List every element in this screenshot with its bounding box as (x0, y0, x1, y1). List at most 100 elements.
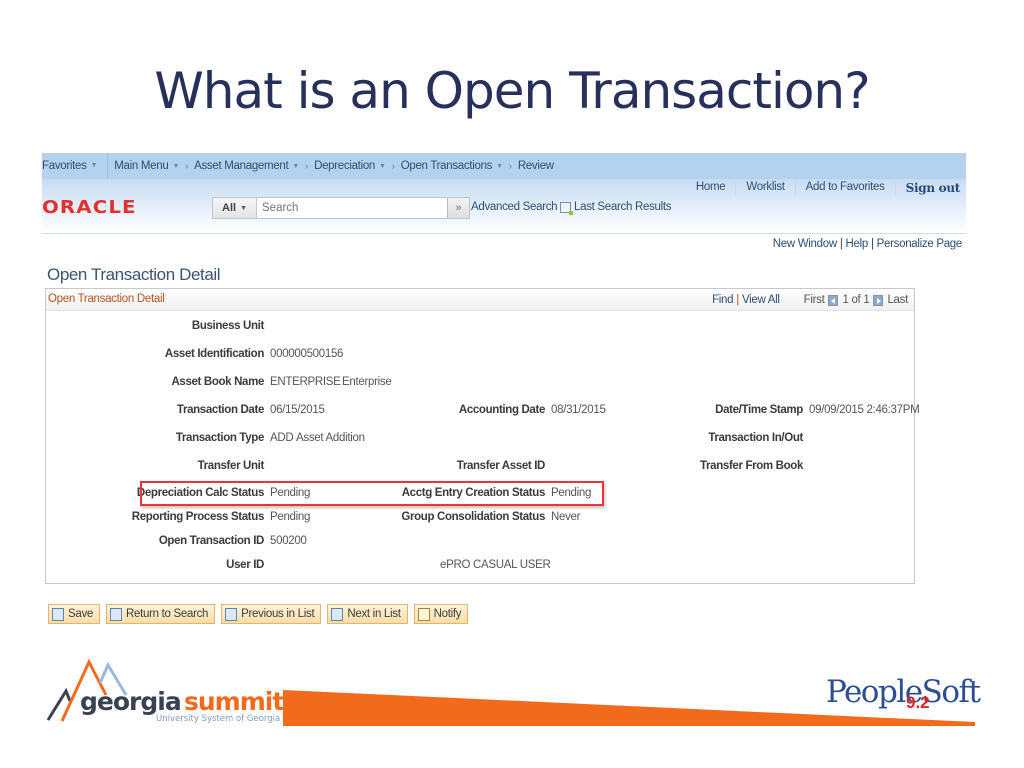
asset-book-name-value: ENTERPRISE (270, 376, 341, 388)
page-title: Open Transaction Detail (47, 265, 221, 284)
next-in-list-icon (331, 607, 344, 621)
oracle-logo: ORACLE (42, 197, 137, 218)
breadcrumb-label: Depreciation (314, 160, 376, 172)
field-label: Asset Book Name (171, 376, 264, 388)
field-label: User ID (226, 559, 264, 571)
advanced-search-link[interactable]: Advanced Search (471, 201, 558, 213)
breadcrumb-main-menu[interactable]: Main Menu ▼ (114, 160, 179, 172)
divider: | (839, 238, 843, 250)
divider: | (870, 238, 874, 250)
navigation-bar: Favorites ▼ Main Menu ▼ › Asset Manageme… (42, 153, 966, 179)
breadcrumb-asset-management[interactable]: Asset Management ▼ (194, 160, 299, 172)
field-label: Reporting Process Status (131, 511, 265, 523)
breadcrumb-depreciation[interactable]: Depreciation ▼ (314, 160, 386, 172)
last-search-results-link[interactable]: Last Search Results (560, 201, 672, 215)
open-transaction-id-value: 500200 (270, 535, 307, 547)
save-button[interactable]: Save (48, 604, 101, 624)
field-label: Open Transaction ID (158, 535, 265, 547)
georgia-summit-logo: georgia summit University System of Geor… (44, 655, 284, 730)
top-links: Home Worklist Add to Favorites Sign out (686, 181, 960, 195)
previous-row-icon[interactable] (828, 294, 839, 306)
view-all-link[interactable]: View All (742, 294, 780, 306)
field-label: Transfer From Book (700, 460, 803, 472)
help-link[interactable]: Help (846, 238, 869, 250)
logo-summit-text: summit (184, 687, 284, 716)
previous-in-list-label: Previous in List (241, 608, 315, 620)
first-label: First (803, 294, 825, 306)
logo-subtitle: University System of Georgia (156, 714, 281, 724)
notify-label: Notify (433, 608, 462, 620)
field-label: Transaction Date (176, 404, 264, 416)
chevron-down-icon: ▼ (379, 162, 386, 170)
previous-in-list-icon (225, 607, 238, 621)
chevron-down-icon: ▼ (90, 162, 98, 169)
breadcrumb-label: Main Menu (114, 160, 169, 172)
breadcrumb-separator: › (391, 160, 395, 172)
last-label: Last (887, 294, 908, 306)
accounting-date-value: 08/31/2015 (551, 404, 606, 416)
breadcrumb-separator: › (305, 160, 309, 172)
panel-title: Open Transaction Detail (48, 293, 165, 305)
chevron-down-icon: ▼ (496, 162, 503, 170)
reporting-process-status-value: Pending (270, 511, 311, 523)
breadcrumb-separator: › (185, 160, 189, 172)
search-input[interactable] (257, 198, 447, 218)
field-label: Transaction Type (175, 432, 264, 444)
field-label: Business Unit (191, 320, 264, 332)
slide-title: What is an Open Transaction? (154, 62, 870, 120)
personalize-page-link[interactable]: Personalize Page (877, 238, 963, 250)
transaction-type-description: Asset Addition (296, 432, 365, 444)
return-to-search-button[interactable]: Return to Search (106, 604, 216, 624)
peoplesoft-version: 9.2 (906, 693, 930, 712)
field-label: Transfer Asset ID (456, 460, 546, 472)
previous-in-list-button[interactable]: Previous in List (221, 604, 322, 624)
divider: | (736, 294, 739, 306)
asset-book-name-description: Enterprise (342, 376, 392, 388)
datetime-stamp-value: 09/09/2015 2:46:37PM (809, 404, 920, 416)
transaction-type-value: ADD (270, 432, 294, 444)
field-label: Transaction In/Out (708, 432, 803, 444)
panel-navigation: Find | View All First 1 of 1 Last (712, 294, 908, 306)
last-search-results-label: Last Search Results (574, 201, 672, 213)
user-id-value: ePRO CASUAL USER (440, 559, 551, 571)
field-label: Asset Identification (164, 348, 264, 360)
group-consolidation-status-value: Never (551, 511, 581, 523)
next-in-list-button[interactable]: Next in List (327, 604, 408, 624)
breadcrumb-label: Open Transactions (400, 160, 493, 172)
favorites-label: Favorites (42, 160, 87, 172)
search-go-button[interactable]: » (447, 198, 469, 218)
worklist-link[interactable]: Worklist (736, 181, 796, 195)
panel-header: Open Transaction Detail Find | View All … (46, 289, 914, 311)
search-scope-label: All (222, 202, 237, 214)
breadcrumb-separator: › (508, 160, 512, 172)
search-scope-select[interactable]: All ▼ (213, 198, 257, 218)
find-link[interactable]: Find (712, 294, 733, 306)
favorites-menu[interactable]: Favorites ▼ (42, 153, 109, 179)
sign-out-link[interactable]: Sign out (896, 181, 961, 195)
row-count: 1 of 1 (842, 294, 870, 306)
new-window-link[interactable]: New Window (773, 238, 837, 250)
breadcrumb-open-transactions[interactable]: Open Transactions ▼ (401, 160, 503, 172)
transaction-date-value: 06/15/2015 (270, 404, 325, 416)
notify-button[interactable]: Notify (413, 604, 469, 624)
breadcrumb-review[interactable]: Review (518, 160, 554, 172)
field-label: Date/Time Stamp (715, 404, 803, 416)
home-link[interactable]: Home (686, 181, 737, 195)
page-toolbar: Save Return to Search Previous in List N… (48, 604, 469, 624)
add-to-favorites-link[interactable]: Add to Favorites (796, 181, 896, 195)
return-to-search-icon (110, 607, 123, 621)
chevron-down-icon: ▼ (292, 162, 300, 170)
breadcrumb-label: Review (517, 160, 554, 172)
header: ORACLE All ▼ » Advanced Search Last Sear… (42, 179, 966, 233)
field-label: Transfer Unit (197, 460, 265, 472)
highlight-annotation-box (140, 481, 604, 506)
next-in-list-label: Next in List (347, 608, 401, 620)
next-row-icon[interactable] (873, 294, 884, 306)
header-divider (42, 233, 966, 234)
chevron-down-icon: ▼ (172, 162, 180, 170)
return-to-search-label: Return to Search (126, 608, 209, 620)
logo-georgia-text: georgia (80, 687, 182, 716)
notify-icon (417, 607, 430, 621)
search-box: All ▼ » (212, 197, 470, 219)
save-icon (52, 607, 64, 621)
